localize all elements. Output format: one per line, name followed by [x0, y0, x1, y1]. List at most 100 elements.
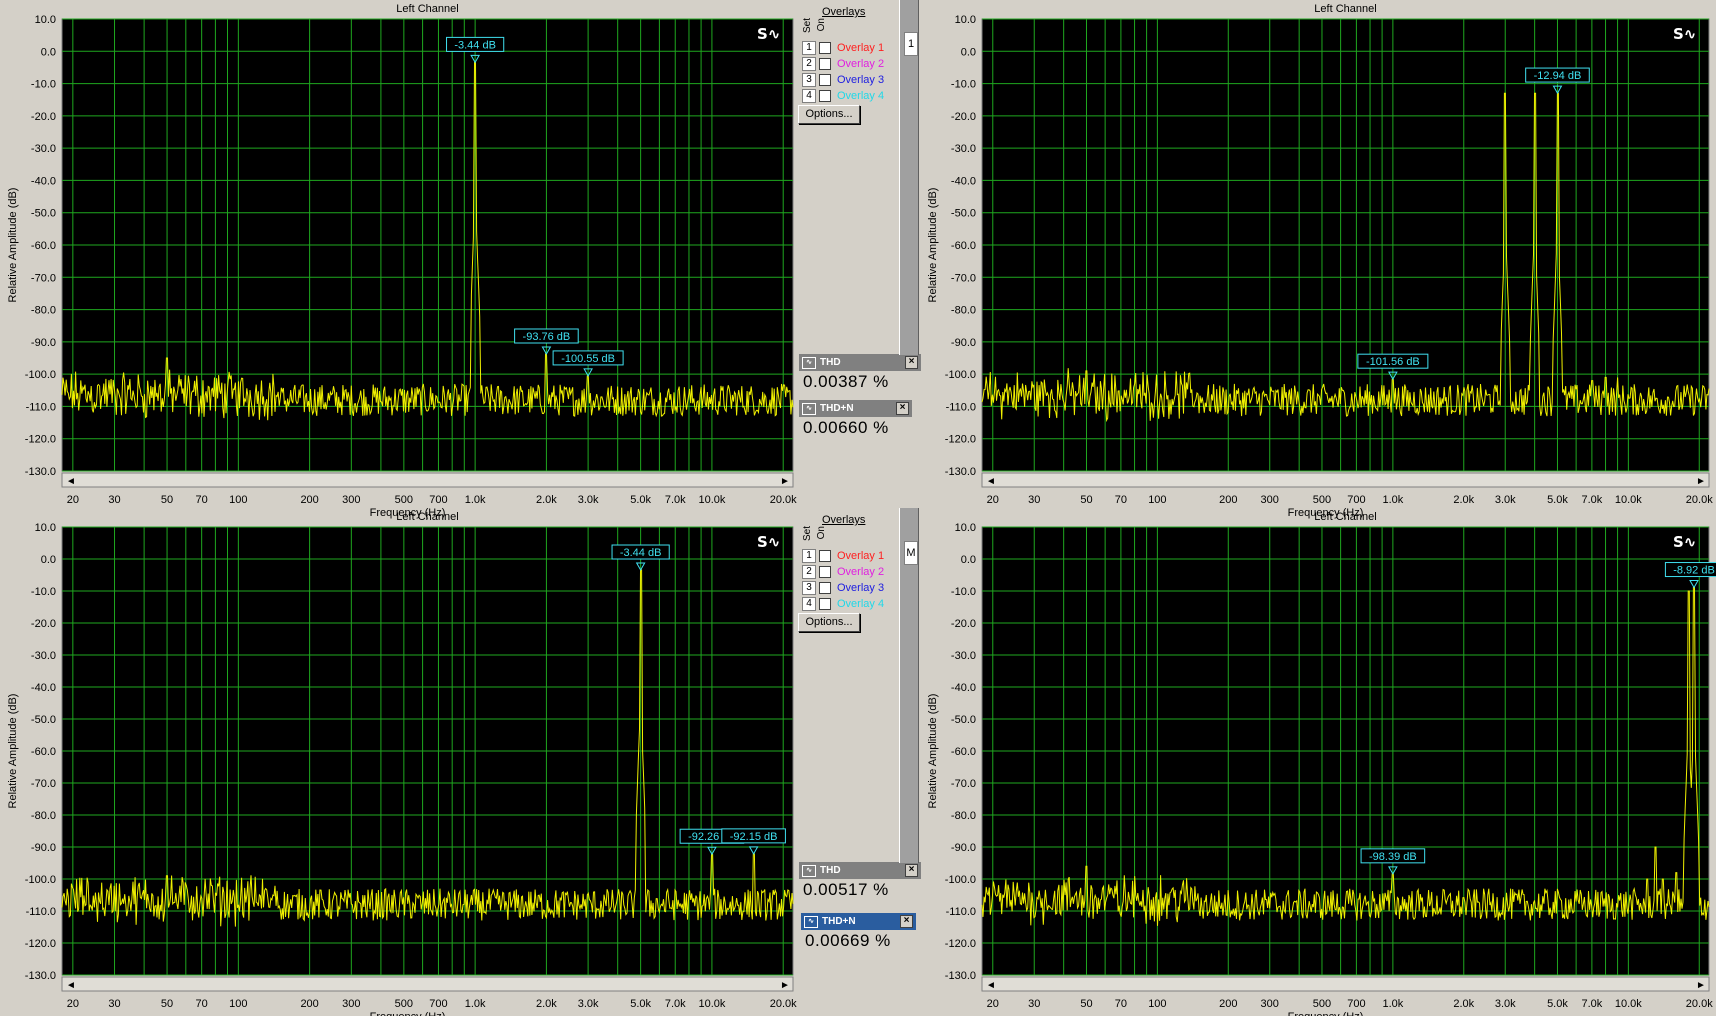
y-tick-label: -20.0 — [31, 111, 56, 123]
overlay-row-1[interactable]: 1 Overlay 1 — [802, 40, 884, 56]
y-tick-label: -110.0 — [26, 906, 56, 918]
y-tick-label: -130.0 — [945, 466, 976, 478]
x-tick-label: 1.0k — [1382, 494, 1403, 506]
overlay-set-button-3[interactable]: 3 — [802, 73, 816, 87]
overlay-row-4[interactable]: 4 Overlay 4 — [802, 596, 884, 612]
marker-label: -8.92 dB — [1673, 565, 1715, 577]
y-tick-label: -130.0 — [25, 466, 56, 478]
y-tick-label: 0.0 — [961, 554, 976, 566]
y-tick-label: -20.0 — [951, 618, 976, 630]
close-icon[interactable]: × — [905, 864, 918, 877]
overlay-row-3[interactable]: 3 Overlay 3 — [802, 72, 884, 88]
x-tick-label: 3.0k — [578, 998, 599, 1010]
overlay-checkbox-2[interactable] — [819, 58, 831, 70]
x-tick-label: 300 — [342, 998, 360, 1010]
marker-label: -3.44 dB — [454, 39, 496, 51]
y-tick-label: -100.0 — [945, 874, 976, 886]
y-tick-label: -20.0 — [951, 111, 976, 123]
marker-label: -93.76 dB — [523, 331, 571, 343]
x-tick-label: 70 — [196, 494, 208, 506]
overlay-checkbox-4[interactable] — [819, 598, 831, 610]
overlays-title: Overlays — [822, 514, 866, 526]
x-tick-label: 200 — [300, 998, 318, 1010]
overlay-row-4[interactable]: 4 Overlay 4 — [802, 88, 884, 104]
close-icon[interactable]: × — [900, 915, 913, 928]
overlay-label-3: Overlay 3 — [837, 582, 885, 594]
x-tick-label: 70 — [1115, 494, 1127, 506]
x-tick-label: 700 — [429, 998, 447, 1010]
x-tick-label: 200 — [1219, 998, 1237, 1010]
thd-meter-name: THD — [820, 357, 841, 368]
thd-meter-titlebar[interactable]: ∿ THD × — [799, 354, 921, 371]
y-tick-label: 10.0 — [35, 522, 56, 534]
y-tick-label: 0.0 — [41, 554, 56, 566]
overlay-set-button-4[interactable]: 4 — [802, 89, 816, 103]
overlay-row-2[interactable]: 2 Overlay 2 — [802, 564, 884, 580]
x-tick-label: 500 — [395, 998, 413, 1010]
edge-field-top[interactable]: 1 — [904, 32, 918, 56]
overlay-set-button-4[interactable]: 4 — [802, 597, 816, 611]
marker-label: -98.39 dB — [1369, 851, 1417, 863]
x-tick-label: 50 — [161, 494, 173, 506]
overlay-set-button-1[interactable]: 1 — [802, 549, 816, 563]
thd-meter-name: THD — [820, 865, 841, 876]
y-tick-label: -80.0 — [31, 810, 56, 822]
y-tick-label: -10.0 — [951, 586, 976, 598]
meter-icon: ∿ — [802, 402, 816, 415]
analyzer-logo-icon: S∿ — [1673, 25, 1696, 43]
y-tick-label: -50.0 — [31, 208, 56, 220]
overlay-checkbox-1[interactable] — [819, 550, 831, 562]
thdn-meter-titlebar[interactable]: ∿ THD+N × — [801, 913, 916, 930]
overlays-header-set: Set — [802, 18, 813, 34]
y-tick-label: -70.0 — [31, 272, 56, 284]
close-icon[interactable]: × — [896, 402, 909, 415]
thdn-meter-titlebar[interactable]: ∿ THD+N × — [799, 400, 912, 417]
overlay-label-4: Overlay 4 — [837, 598, 885, 610]
y-tick-label: -120.0 — [945, 938, 976, 950]
y-tick-label: -50.0 — [951, 208, 976, 220]
edge-field-bottom[interactable]: M — [904, 541, 918, 565]
overlay-row-1[interactable]: 1 Overlay 1 — [802, 548, 884, 564]
x-axis-label: Frequency (Hz) — [370, 1011, 446, 1016]
overlays-title: Overlays — [822, 6, 866, 18]
y-tick-label: -90.0 — [951, 337, 976, 349]
x-tick-label: 3.0k — [1495, 494, 1516, 506]
y-tick-label: -40.0 — [951, 682, 976, 694]
overlay-checkbox-3[interactable] — [819, 74, 831, 86]
thd-meter-titlebar[interactable]: ∿ THD × — [799, 862, 921, 879]
overlay-label-1: Overlay 1 — [837, 42, 885, 54]
x-tick-label: 30 — [108, 998, 120, 1010]
overlay-checkbox-4[interactable] — [819, 90, 831, 102]
x-tick-label: 2.0k — [1453, 494, 1474, 506]
y-axis-label: Relative Amplitude (dB) — [7, 188, 19, 303]
options-button-bottom[interactable]: Options... — [798, 613, 860, 632]
overlay-set-button-2[interactable]: 2 — [802, 57, 816, 71]
x-tick-label: 5.0k — [1547, 998, 1568, 1010]
y-tick-label: -60.0 — [951, 240, 976, 252]
overlay-row-3[interactable]: 3 Overlay 3 — [802, 580, 884, 596]
overlay-label-2: Overlay 2 — [837, 58, 885, 70]
y-tick-label: -80.0 — [951, 305, 976, 317]
overlay-checkbox-3[interactable] — [819, 582, 831, 594]
scroll-left-icon: ◄ — [66, 476, 76, 487]
overlay-set-button-3[interactable]: 3 — [802, 581, 816, 595]
overlay-checkbox-2[interactable] — [819, 566, 831, 578]
stage: Left Channel 10.0 0.0 -10.0 -20.0 -30.0 -40.0-… — [0, 0, 1716, 1016]
x-tick-label: 20.0k — [1686, 494, 1713, 506]
thd-meter-top: ∿ THD × 0.00387 % — [799, 354, 921, 393]
x-tick-label: 50 — [1080, 998, 1092, 1010]
y-tick-label: -30.0 — [951, 650, 976, 662]
x-tick-label: 3.0k — [578, 494, 599, 506]
close-icon[interactable]: × — [905, 356, 918, 369]
y-tick-label: 0.0 — [41, 46, 56, 58]
x-tick-label: 5.0k — [630, 494, 651, 506]
overlay-set-button-2[interactable]: 2 — [802, 565, 816, 579]
y-tick-label: -60.0 — [31, 240, 56, 252]
overlay-row-2[interactable]: 2 Overlay 2 — [802, 56, 884, 72]
thdn-meter-value: 0.00669 % — [805, 931, 891, 950]
marker-label: -100.55 dB — [561, 353, 615, 365]
overlay-checkbox-1[interactable] — [819, 42, 831, 54]
overlay-set-button-1[interactable]: 1 — [802, 41, 816, 55]
options-button-top[interactable]: Options... — [798, 105, 860, 124]
x-axis-label: Frequency (Hz) — [1288, 1011, 1364, 1016]
